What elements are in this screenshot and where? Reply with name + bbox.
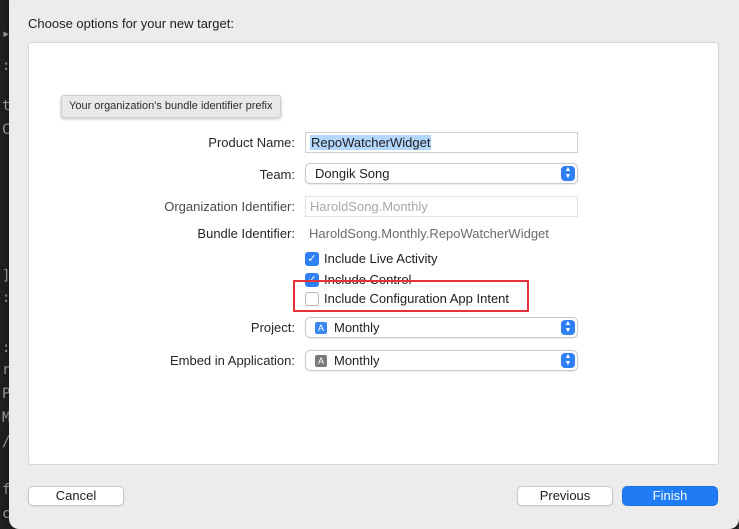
popup-stepper-icon: ▲ ▼ <box>561 353 575 368</box>
bundle-identifier-value: HaroldSong.Monthly.RepoWatcherWidget <box>309 226 549 241</box>
new-target-options-sheet: Choose options for your new target: Your… <box>9 0 739 529</box>
team-value: Dongik Song <box>315 166 390 181</box>
cancel-button[interactable]: Cancel <box>28 486 124 506</box>
embed-in-application-label: Embed in Application: <box>169 353 295 368</box>
project-value: Monthly <box>334 320 380 335</box>
highlight-annotation <box>293 280 529 312</box>
organization-identifier-label: Organization Identifier: <box>164 199 295 214</box>
organization-identifier-tooltip: Your organization's bundle identifier pr… <box>61 95 281 118</box>
bundle-identifier-label: Bundle Identifier: <box>197 226 295 241</box>
previous-button[interactable]: Previous <box>517 486 613 506</box>
organization-identifier-value: HaroldSong.Monthly <box>310 199 428 214</box>
checkmark-icon: ✓ <box>305 252 319 266</box>
finish-button[interactable]: Finish <box>622 486 718 506</box>
product-name-field[interactable]: RepoWatcherWidget <box>305 132 578 153</box>
app-store-icon: A <box>315 322 327 334</box>
include-live-activity-label: Include Live Activity <box>324 251 438 266</box>
dialog-title: Choose options for your new target: <box>28 16 234 31</box>
embed-in-application-value: Monthly <box>334 353 380 368</box>
popup-stepper-icon: ▲ ▼ <box>561 320 575 335</box>
project-popup[interactable]: A Monthly ▲ ▼ <box>305 317 578 338</box>
team-popup[interactable]: Dongik Song ▲ ▼ <box>305 163 578 184</box>
product-name-label: Product Name: <box>208 135 295 150</box>
app-icon: A <box>315 355 327 367</box>
product-name-value: RepoWatcherWidget <box>310 135 432 150</box>
embed-in-application-popup[interactable]: A Monthly ▲ ▼ <box>305 350 578 371</box>
project-label: Project: <box>250 320 295 335</box>
team-label: Team: <box>259 167 295 182</box>
popup-stepper-icon: ▲ ▼ <box>561 166 575 181</box>
organization-identifier-field[interactable]: HaroldSong.Monthly <box>305 196 578 217</box>
